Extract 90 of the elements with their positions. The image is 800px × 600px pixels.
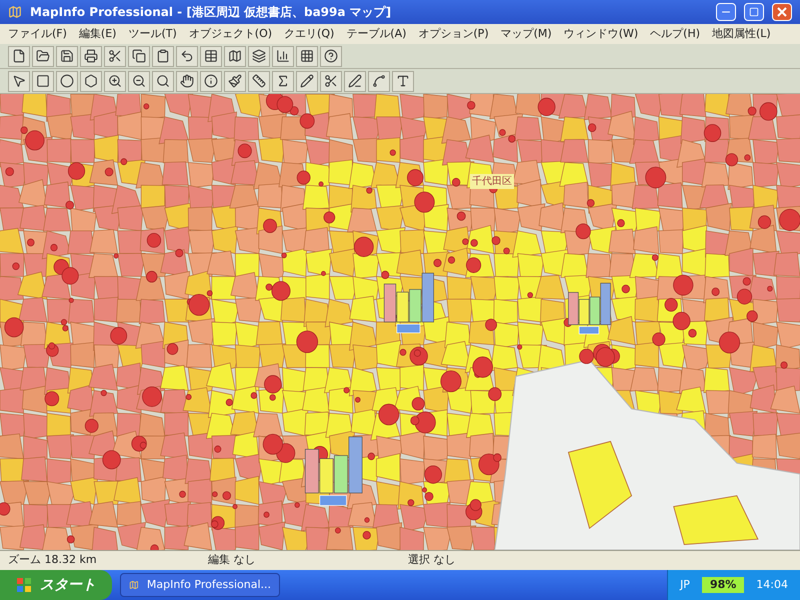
close-button[interactable] bbox=[772, 3, 792, 21]
toolbar-button[interactable] bbox=[128, 46, 150, 66]
close-icon bbox=[777, 7, 787, 17]
toolbar-button[interactable] bbox=[272, 70, 294, 92]
tool-icon bbox=[108, 49, 122, 63]
menu-item[interactable]: 地図属性(L) bbox=[712, 26, 771, 42]
toolbar-button[interactable] bbox=[200, 46, 222, 66]
toolbar-button[interactable] bbox=[296, 70, 318, 92]
start-button[interactable]: スタート bbox=[0, 570, 112, 600]
selection-status: 選択 なし bbox=[407, 552, 456, 568]
toolbar-button[interactable] bbox=[176, 70, 198, 92]
menu-item[interactable]: ヘルプ(H) bbox=[650, 26, 700, 42]
tool-icon bbox=[372, 74, 386, 88]
tool-icon bbox=[180, 49, 194, 63]
window-title: MapInfo Professional - [港区周辺 仮想書店、ba99a マップ] bbox=[30, 4, 392, 21]
zoom-status: ズーム 18.32 km bbox=[7, 552, 98, 568]
toolbar-button[interactable] bbox=[392, 70, 414, 92]
menu-item[interactable]: オブジェクト(O) bbox=[188, 26, 272, 42]
toolbar-button[interactable] bbox=[8, 46, 30, 66]
toolbar-button[interactable] bbox=[272, 46, 294, 66]
toolbar-button[interactable] bbox=[224, 46, 246, 66]
toolbar-button[interactable] bbox=[8, 70, 30, 92]
toolbar-button[interactable] bbox=[296, 46, 318, 66]
tool-icon bbox=[228, 49, 242, 63]
app-icon bbox=[8, 5, 22, 19]
edit-status: 編集 なし bbox=[207, 552, 256, 568]
toolbar-button[interactable] bbox=[152, 46, 174, 66]
toolbar-button[interactable] bbox=[152, 70, 174, 92]
tool-icon bbox=[132, 49, 146, 63]
maximize-button[interactable] bbox=[744, 3, 764, 21]
tool-icon bbox=[108, 74, 122, 88]
tool-icon bbox=[252, 49, 266, 63]
tool-icon bbox=[300, 49, 314, 63]
toolbar-button[interactable] bbox=[104, 46, 126, 66]
tool-icon bbox=[276, 74, 290, 88]
toolbar-button[interactable] bbox=[32, 46, 54, 66]
maximize-icon bbox=[749, 7, 759, 17]
tool-icon bbox=[300, 74, 314, 88]
menu-item[interactable]: クエリ(Q) bbox=[284, 26, 334, 42]
tool-icon bbox=[156, 49, 170, 63]
menu-item[interactable]: ツール(T) bbox=[128, 26, 177, 42]
tool-icon bbox=[180, 74, 194, 88]
windows-logo-icon bbox=[16, 577, 32, 593]
toolbar-button[interactable] bbox=[344, 70, 366, 92]
toolbar-button[interactable] bbox=[320, 70, 342, 92]
map-label: 千代田区 bbox=[470, 174, 514, 189]
taskbar-button[interactable]: MapInfo Professional... bbox=[120, 573, 280, 597]
tool-icon bbox=[396, 74, 410, 88]
menu-item[interactable]: ファイル(F) bbox=[8, 26, 67, 42]
tool-icon bbox=[348, 74, 362, 88]
toolbar-button[interactable] bbox=[176, 46, 198, 66]
tool-icon bbox=[228, 74, 242, 88]
toolbar-button[interactable] bbox=[248, 46, 270, 66]
tool-icon bbox=[324, 74, 338, 88]
tool-icon bbox=[204, 74, 218, 88]
tool-icon bbox=[84, 74, 98, 88]
battery-indicator[interactable]: 98% bbox=[702, 576, 744, 594]
tool-icon bbox=[156, 74, 170, 88]
toolbar-button[interactable] bbox=[80, 46, 102, 66]
toolbar-button[interactable] bbox=[320, 46, 342, 66]
tool-icon bbox=[12, 74, 26, 88]
minimize-button[interactable] bbox=[716, 3, 736, 21]
tool-icon bbox=[36, 74, 50, 88]
toolbar-button[interactable] bbox=[368, 70, 390, 92]
toolbar-button[interactable] bbox=[248, 70, 270, 92]
app-icon bbox=[129, 579, 139, 591]
tool-icon bbox=[204, 49, 218, 63]
toolbar-button[interactable] bbox=[32, 70, 54, 92]
menu-item[interactable]: テーブル(A) bbox=[346, 26, 406, 42]
tool-icon bbox=[60, 74, 74, 88]
tool-icon bbox=[324, 49, 338, 63]
tool-icon bbox=[132, 74, 146, 88]
tool-icon bbox=[36, 49, 50, 63]
toolbar-button[interactable] bbox=[80, 70, 102, 92]
tool-icon bbox=[12, 49, 26, 63]
toolbar-button[interactable] bbox=[104, 70, 126, 92]
menu-item[interactable]: マップ(M) bbox=[500, 26, 552, 42]
toolbar-button[interactable] bbox=[56, 46, 78, 66]
toolbar-button[interactable] bbox=[224, 70, 246, 92]
clock: 14:04 bbox=[756, 576, 788, 593]
toolbar-button[interactable] bbox=[56, 70, 78, 92]
menu-item[interactable]: ウィンドウ(W) bbox=[564, 26, 638, 42]
tool-icon bbox=[60, 49, 74, 63]
tool-icon bbox=[84, 49, 98, 63]
menu-item[interactable]: 編集(E) bbox=[78, 26, 116, 42]
toolbar-button[interactable] bbox=[128, 70, 150, 92]
tool-icon bbox=[252, 74, 266, 88]
tool-icon bbox=[276, 49, 290, 63]
toolbar-button[interactable] bbox=[200, 70, 222, 92]
menu-item[interactable]: オプション(P) bbox=[418, 26, 489, 42]
